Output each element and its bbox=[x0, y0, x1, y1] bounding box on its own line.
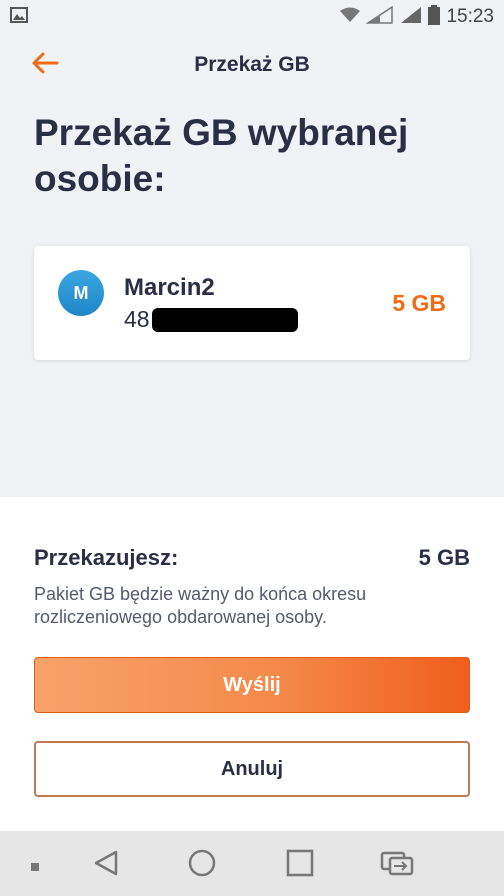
app-bar: Przekaż GB bbox=[0, 34, 504, 96]
summary-note: Pakiet GB będzie ważny do końca okresu r… bbox=[34, 584, 367, 627]
recipient-card[interactable]: M Marcin2 48 5 GB bbox=[34, 246, 470, 360]
image-icon bbox=[10, 6, 28, 28]
signal-icon bbox=[365, 5, 394, 29]
wifi-icon bbox=[340, 7, 361, 28]
transfer-amount: 5 GB bbox=[392, 290, 446, 316]
page-title: Przekaż GB wybranej osobie: bbox=[34, 112, 409, 199]
system-nav-bar bbox=[0, 831, 504, 896]
back-triangle-icon[interactable] bbox=[92, 849, 120, 882]
status-bar: 15:23 bbox=[0, 0, 504, 34]
summary-value: 5 GB bbox=[418, 545, 470, 570]
back-button[interactable] bbox=[28, 48, 62, 82]
summary-panel: Przekazujesz: 5 GB Pakiet GB będzie ważn… bbox=[0, 497, 504, 831]
recents-square-icon[interactable] bbox=[286, 849, 314, 882]
switch-sim-icon[interactable] bbox=[380, 849, 414, 882]
battery-icon bbox=[428, 4, 441, 30]
summary-label: Przekazujesz: bbox=[34, 545, 179, 570]
app-bar-title: Przekaż GB bbox=[194, 53, 310, 76]
dot-icon[interactable] bbox=[30, 859, 40, 877]
avatar: M bbox=[58, 270, 104, 316]
arrow-left-icon bbox=[31, 51, 59, 80]
contact-number: 48 bbox=[124, 306, 150, 332]
signal-icon bbox=[400, 6, 422, 29]
cancel-button[interactable]: Anuluj bbox=[34, 741, 470, 797]
redaction-bar bbox=[152, 308, 298, 332]
contact-name: Marcin2 bbox=[124, 274, 215, 301]
status-time: 15:23 bbox=[446, 6, 494, 27]
home-circle-icon[interactable] bbox=[188, 849, 216, 882]
send-button[interactable]: Wyślij bbox=[34, 657, 470, 713]
